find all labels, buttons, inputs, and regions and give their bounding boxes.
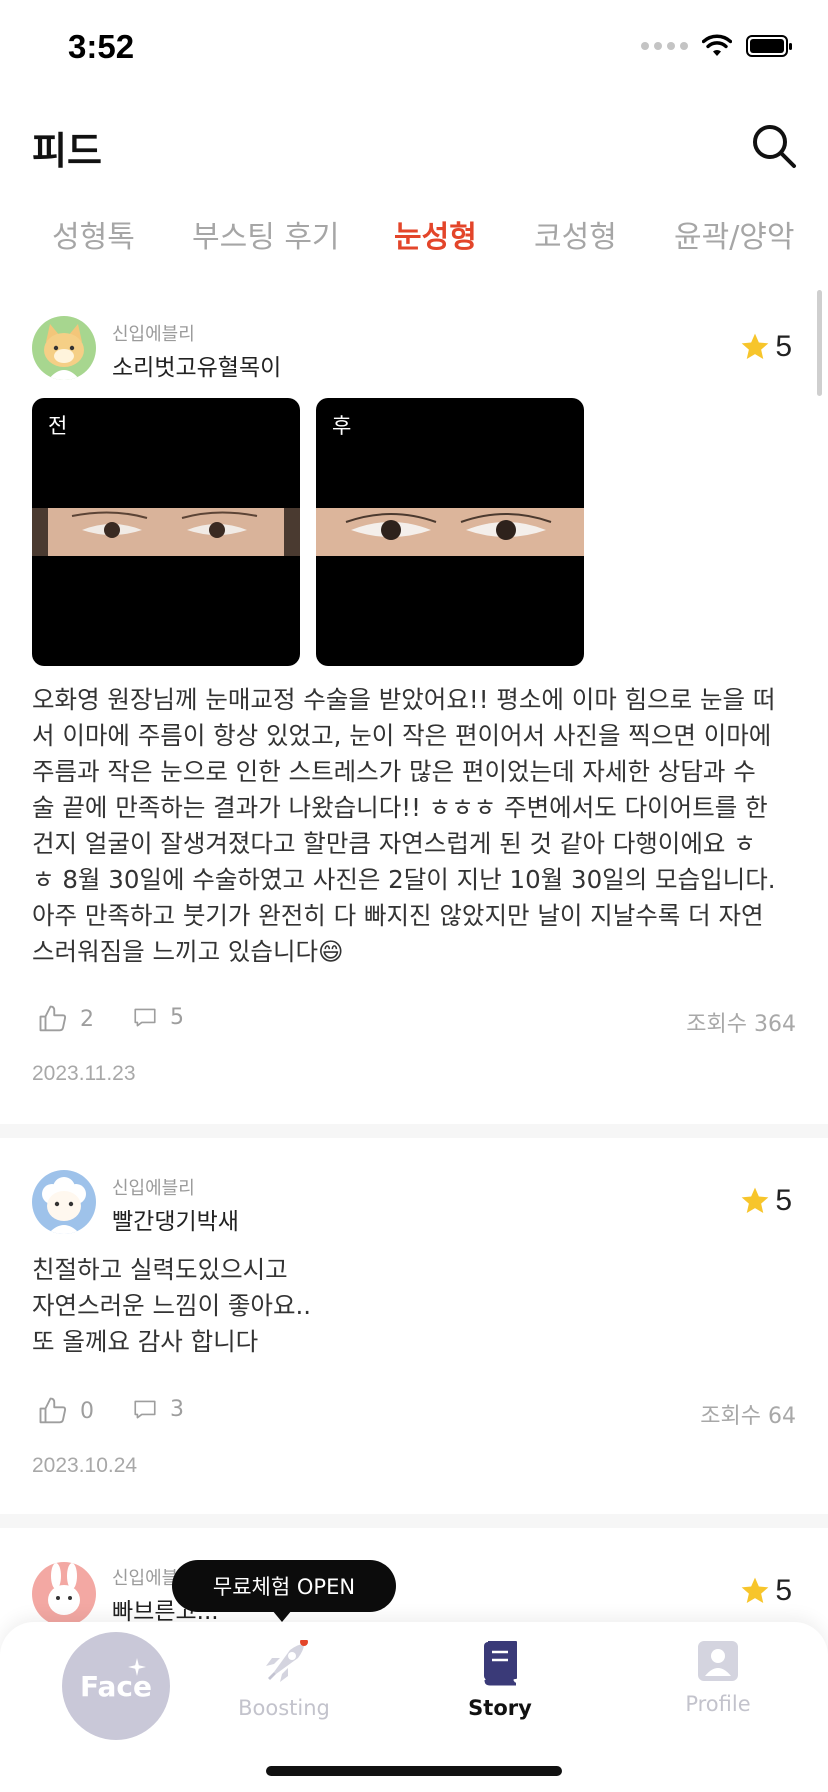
face-button[interactable]: Face — [62, 1632, 170, 1740]
tab-boosting-review[interactable]: 부스팅 후기 — [192, 212, 340, 256]
category-tabs: 성형톡 부스팅 후기 눈성형 코성형 윤곽/양악 — [0, 212, 828, 268]
like-count: 0 — [80, 1398, 94, 1424]
post-line: 스러워짐을 느끼고 있습니다😄 — [32, 937, 344, 966]
rocket-icon — [266, 1638, 308, 1682]
post-line: 아주 만족하고 붓기가 완전히 다 빠지진 않았지만 날이 지날수록 더 자연 — [32, 901, 764, 930]
header: 피드 — [0, 110, 828, 190]
scrollbar[interactable] — [817, 290, 822, 396]
star-icon — [741, 333, 769, 359]
comment-icon — [134, 1400, 156, 1419]
after-label: 후 — [332, 414, 352, 438]
username[interactable]: 소리벗고유혈목이 — [112, 348, 281, 382]
bottom-tab-bar: Face Boosting Story Profile — [0, 1622, 828, 1792]
post-line: ㅎ 8월 30일에 수술하였고 사진은 2달이 지난 10월 30일의 모습입니… — [32, 865, 776, 894]
post-line: 친절하고 실력도있으시고 — [32, 1255, 288, 1284]
home-indicator — [266, 1766, 562, 1776]
post-date: 2023.11.23 — [32, 1062, 136, 1085]
like-count: 2 — [80, 1006, 94, 1032]
view-count: 조회수 364 — [686, 1012, 796, 1037]
avatar[interactable] — [32, 1170, 96, 1234]
tab-profile-label: Profile — [685, 1692, 751, 1716]
post-line: 또 올께요 감사 합니다 — [32, 1327, 259, 1356]
tooltip-arrow — [272, 1610, 292, 1622]
post-date: 2023.10.24 — [32, 1454, 138, 1477]
status-time: 3:52 — [68, 28, 135, 65]
wifi-icon — [702, 34, 732, 56]
user-rank: 신입에블 — [112, 1568, 179, 1589]
tab-nose-surgery[interactable]: 코성형 — [534, 212, 617, 256]
like-button[interactable]: 0 — [38, 1396, 94, 1426]
before-eyes-image — [32, 508, 300, 556]
user-rank: 신입에블리 — [112, 324, 195, 345]
tab-boosting[interactable]: Boosting — [214, 1638, 354, 1720]
rating-value: 5 — [775, 1184, 792, 1217]
tab-story[interactable]: Story — [430, 1640, 570, 1720]
tab-profile[interactable]: Profile — [648, 1640, 788, 1716]
cat-avatar-icon — [32, 316, 96, 380]
post-stats: 0 3 조회수 64 — [32, 1396, 796, 1432]
rating: 5 — [739, 330, 792, 364]
rating-value: 5 — [775, 330, 792, 363]
post-body[interactable]: 오화영 원장님께 눈매교정 수술을 받았어요!! 평소에 이마 힘으로 눈을 떠… — [32, 682, 802, 970]
thumbs-up-icon — [39, 1005, 67, 1032]
photo-gallery: 전 후 — [32, 398, 592, 666]
after-photo[interactable]: 후 — [316, 398, 584, 666]
profile-icon — [698, 1641, 738, 1681]
post-line: 오화영 원장님께 눈매교정 수술을 받았어요!! 평소에 이마 힘으로 눈을 떠 — [32, 685, 776, 714]
star-icon — [741, 1187, 769, 1213]
like-button[interactable]: 2 — [38, 1004, 94, 1034]
post-line: 서 이마에 주름이 항상 있었고, 눈이 작은 편이어서 사진을 찍으면 이마에 — [32, 721, 772, 750]
rating: 5 — [739, 1574, 792, 1608]
post-stats: 2 5 조회수 364 — [32, 1004, 796, 1040]
post-divider — [0, 1124, 828, 1138]
post-line: 술 끝에 만족하는 결과가 나왔습니다!! ㅎㅎㅎ 주변에서도 다이어트를 한 — [32, 793, 768, 822]
post-body[interactable]: 친절하고 실력도있으시고 자연스러운 느낌이 좋아요.. 또 올께요 감사 합니… — [32, 1252, 802, 1360]
before-label: 전 — [48, 414, 68, 438]
sheep-avatar-icon — [32, 1170, 96, 1234]
signal-dots-icon — [641, 42, 688, 50]
post-line: 주름과 작은 눈으로 인한 스트레스가 많은 편이었는데 자세한 상담과 수 — [32, 757, 756, 786]
thumbs-up-icon — [39, 1397, 67, 1424]
comment-icon — [134, 1008, 156, 1027]
avatar[interactable] — [32, 1562, 96, 1626]
post-divider — [0, 1514, 828, 1528]
view-count: 조회수 64 — [700, 1404, 796, 1429]
page-title: 피드 — [32, 129, 102, 173]
user-rank: 신입에블리 — [112, 1178, 195, 1199]
tab-boosting-label: Boosting — [238, 1696, 330, 1720]
rating: 5 — [739, 1184, 792, 1218]
tab-eye-surgery[interactable]: 눈성형 — [394, 212, 477, 256]
book-icon — [484, 1641, 517, 1686]
comment-count: 3 — [170, 1396, 184, 1422]
sparkle-icon — [128, 1658, 146, 1676]
avatar[interactable] — [32, 316, 96, 380]
rabbit-avatar-icon — [32, 1562, 96, 1626]
search-icon[interactable] — [750, 122, 798, 170]
comment-button[interactable]: 3 — [132, 1396, 184, 1422]
status-bar: 3:52 — [0, 0, 828, 100]
star-icon — [741, 1577, 769, 1603]
comment-count: 5 — [170, 1004, 184, 1030]
tab-story-label: Story — [468, 1696, 532, 1720]
tab-contour-jaw[interactable]: 윤곽/양악 — [674, 212, 795, 256]
tab-plastic-talk[interactable]: 성형톡 — [52, 212, 135, 256]
battery-icon — [746, 35, 792, 57]
before-photo[interactable]: 전 — [32, 398, 300, 666]
rating-value: 5 — [775, 1574, 792, 1607]
comment-button[interactable]: 5 — [132, 1004, 184, 1030]
free-trial-tooltip[interactable]: 무료체험 OPEN — [172, 1560, 396, 1612]
post-line: 건지 얼굴이 잘생겨졌다고 할만큼 자연스럽게 된 것 같아 다행이에요 ㅎ — [32, 829, 756, 858]
after-eyes-image — [316, 508, 584, 556]
post-line: 자연스러운 느낌이 좋아요.. — [32, 1291, 312, 1320]
username[interactable]: 빨간댕기박새 — [112, 1202, 239, 1236]
